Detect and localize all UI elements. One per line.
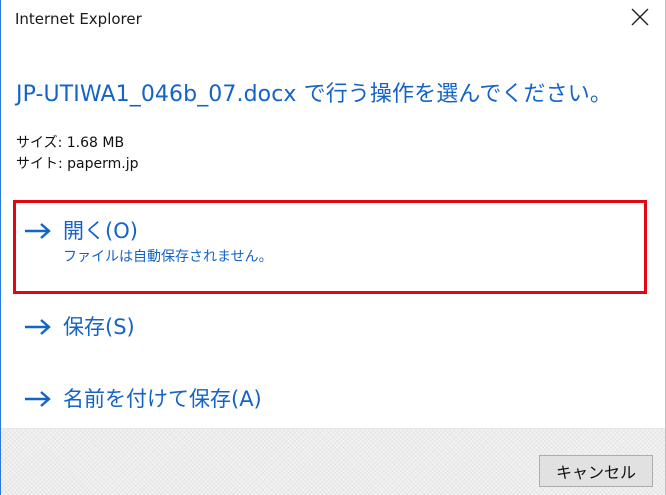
save-option[interactable]: 保存(S) (23, 314, 135, 340)
arrow-right-icon (23, 218, 53, 244)
save-as-option-label: 名前を付けて保存(A) (63, 387, 262, 411)
file-size: サイズ: 1.68 MB (16, 135, 125, 151)
open-option-note: ファイルは自動保存されません。 (63, 249, 273, 265)
save-as-option[interactable]: 名前を付けて保存(A) (23, 386, 262, 412)
dialog-heading: JP-UTIWA1_046b_07.docx で行う操作を選んでください。 (16, 82, 612, 107)
arrow-right-icon (23, 314, 53, 340)
close-icon (631, 8, 649, 26)
title-bar: Internet Explorer (1, 0, 665, 44)
save-option-label: 保存(S) (63, 315, 135, 339)
close-button[interactable] (627, 2, 653, 32)
dialog-footer: キャンセル (1, 428, 665, 495)
window-title: Internet Explorer (15, 10, 142, 28)
cancel-button[interactable]: キャンセル (539, 455, 653, 487)
file-site: サイト: paperm.jp (16, 156, 139, 172)
download-dialog: Internet Explorer JP-UTIWA1_046b_07.docx… (0, 0, 666, 495)
open-option-label: 開く(O) (63, 219, 138, 243)
open-option[interactable]: 開く(O) ファイルは自動保存されません。 (23, 218, 273, 266)
arrow-right-icon (23, 386, 53, 412)
